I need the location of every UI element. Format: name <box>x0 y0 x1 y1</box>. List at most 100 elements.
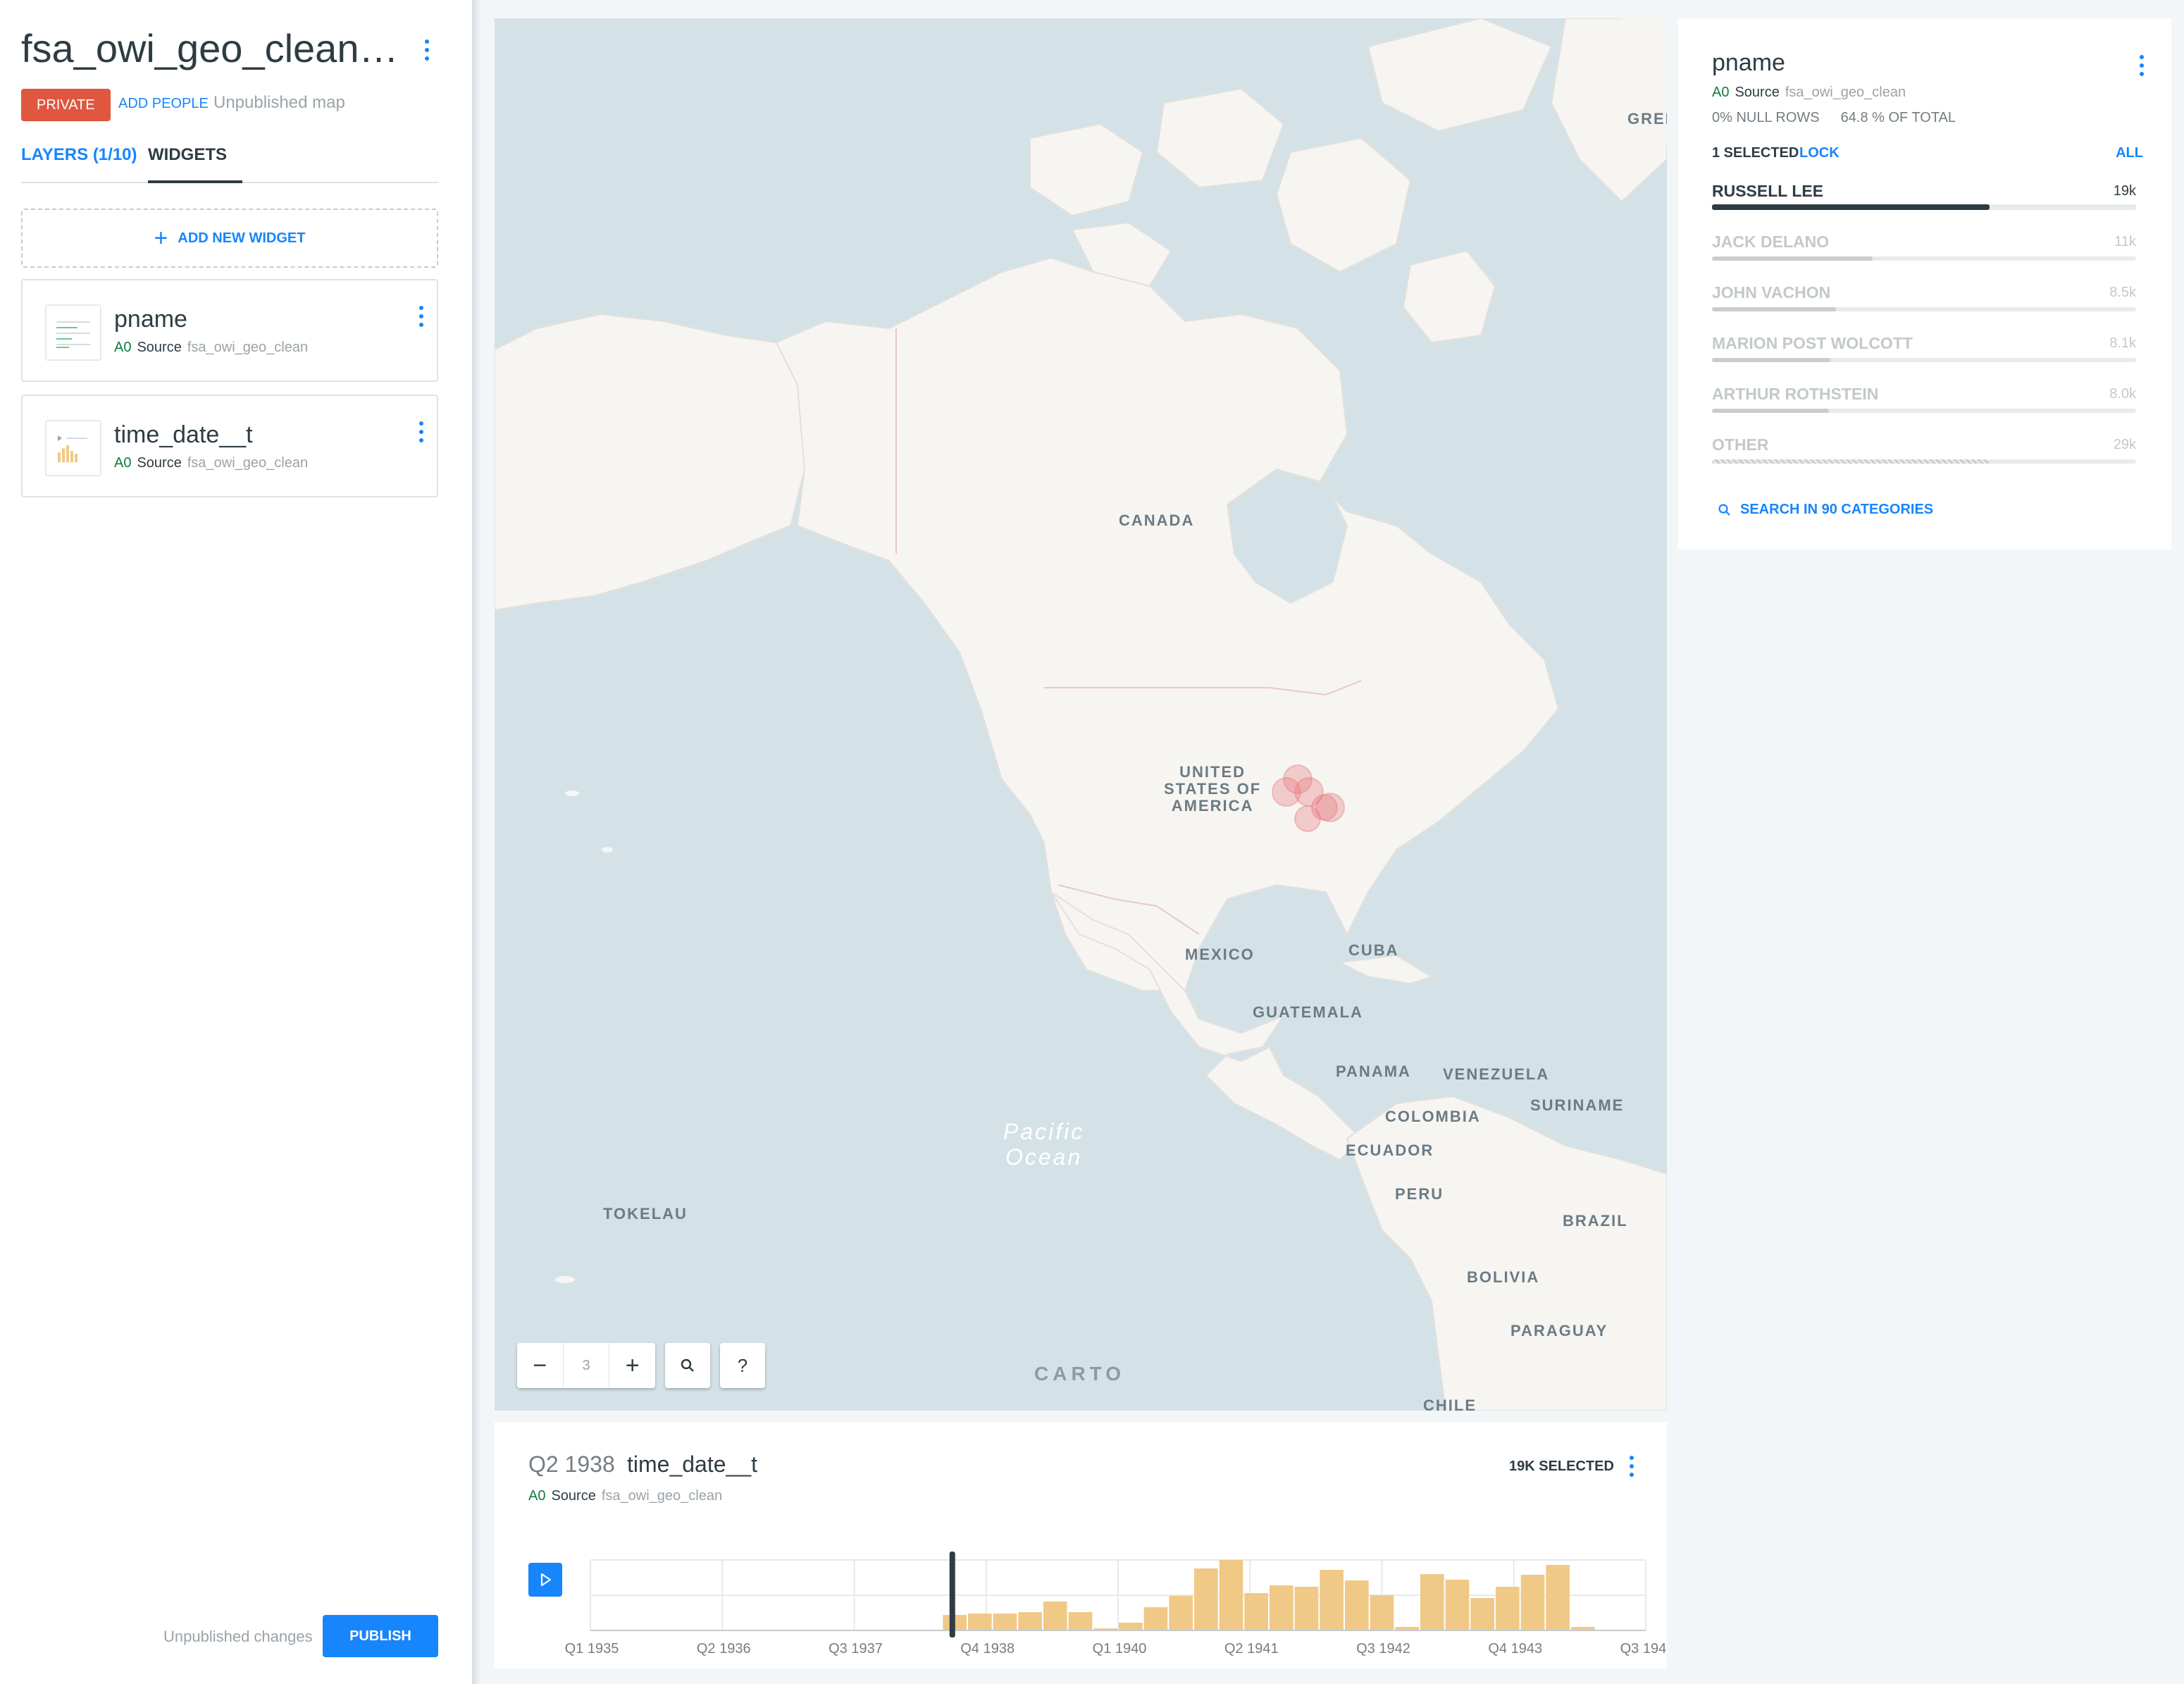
chart-bar <box>1244 1593 1268 1630</box>
category-name: ARTHUR ROTHSTEIN <box>1712 385 1879 403</box>
chart-bar <box>1420 1574 1444 1630</box>
widget-options-icon[interactable] <box>2135 55 2149 76</box>
category-widget-thumbnail-icon <box>45 304 101 361</box>
category-bar-fill <box>1712 256 1873 261</box>
add-people-link[interactable]: ADD PEOPLE <box>118 96 209 112</box>
select-all-button[interactable]: ALL <box>2115 145 2143 161</box>
category-bar-track <box>1712 459 2136 464</box>
chart-bar <box>1270 1585 1293 1630</box>
zoom-in-button[interactable]: + <box>609 1343 655 1388</box>
left-panel: fsa_owi_geo_clean m... PRIVATE ADD PEOPL… <box>0 0 472 1684</box>
map-help-button[interactable]: ? <box>720 1343 765 1388</box>
x-tick-label: Q2 1941 <box>1224 1641 1279 1657</box>
widget-options-icon[interactable] <box>414 421 428 442</box>
x-tick-label: Q3 1945 <box>1620 1641 1667 1657</box>
category-value: 8.5k <box>2109 285 2136 300</box>
chart-bar <box>1043 1602 1067 1630</box>
add-new-widget-button[interactable]: + ADD NEW WIDGET <box>21 209 438 268</box>
x-tick-label: Q3 1942 <box>1356 1641 1410 1657</box>
map-label-mexico: MEXICO <box>1185 946 1255 963</box>
category-row[interactable]: JOHN VACHON 8.5k <box>1712 283 2136 326</box>
widget-card-pname[interactable]: pname A0 Source fsa_owi_geo_clean <box>21 279 438 382</box>
layer-id: A0 <box>1712 85 1730 100</box>
timeseries-widget-thumbnail-icon <box>45 420 101 476</box>
category-bar-fill <box>1712 409 1830 413</box>
category-row[interactable]: ARTHUR ROTHSTEIN 8.0k <box>1712 385 2136 427</box>
map-label-paraguay: PARAGUAY <box>1510 1322 1608 1339</box>
unpublished-changes-label: Unpublished changes <box>163 1628 313 1645</box>
category-bar-fill <box>1712 358 1831 362</box>
widget-name: time_date__t <box>114 421 253 448</box>
chart-bar <box>1345 1580 1369 1630</box>
map-canvas[interactable]: CANADA UNITED STATES OF AMERICA MEXICO C… <box>495 18 1667 1411</box>
chart-bar <box>1470 1598 1494 1630</box>
lock-button[interactable]: LOCK <box>1799 145 1839 161</box>
category-name: JACK DELANO <box>1712 233 1830 251</box>
chart-bar <box>1496 1587 1520 1630</box>
category-row[interactable]: JACK DELANO 11k <box>1712 233 2136 275</box>
widget-card-time-date[interactable]: time_date__t A0 Source fsa_owi_geo_clean <box>21 395 438 497</box>
x-tick-label: Q1 1935 <box>565 1641 619 1657</box>
panel-tabs: LAYERS (1/10) WIDGETS <box>21 142 438 183</box>
timeseries-widget: Q2 1938 time_date__t A0 Source fsa_owi_geo… <box>495 1422 1667 1668</box>
map-options-menu-icon[interactable] <box>420 39 434 61</box>
chart-bar <box>1294 1587 1319 1630</box>
map-label-venezuela: VENEZUELA <box>1443 1065 1550 1083</box>
search-categories-link[interactable]: SEARCH IN 90 CATEGORIES <box>1718 502 1933 518</box>
category-widget: pname A0 Source fsa_owi_geo_clean 0% NULL … <box>1678 18 2171 550</box>
basemap <box>495 18 1667 1411</box>
chart-bar <box>1219 1560 1243 1630</box>
timeseries-chart[interactable]: Q1 1935 Q2 1936 Q3 1937 Q4 1938 Q1 1940 Q2 19… <box>495 1422 1667 1668</box>
publish-status: Unpublished map <box>213 93 345 112</box>
map-title[interactable]: fsa_owi_geo_clean m... <box>21 25 402 71</box>
map-search-button[interactable] <box>665 1343 710 1388</box>
category-row-other[interactable]: OTHER 29k <box>1712 435 2136 478</box>
publish-button[interactable]: PUBLISH <box>323 1615 438 1657</box>
category-bar-track <box>1712 256 2136 261</box>
chart-bar <box>1320 1570 1344 1630</box>
map-label-guatemala: GUATEMALA <box>1253 1003 1363 1021</box>
add-new-widget-label: ADD NEW WIDGET <box>178 230 306 246</box>
selected-count: 1 SELECTED <box>1712 145 1799 161</box>
category-bar-track <box>1712 204 2136 210</box>
x-tick-label: Q2 1936 <box>697 1641 751 1657</box>
panel-shadow <box>472 0 480 1684</box>
category-bar-track <box>1712 409 2136 413</box>
map-label-peru: PERU <box>1395 1185 1444 1203</box>
widget-source: A0 Source fsa_owi_geo_clean <box>114 340 308 356</box>
source-name: fsa_owi_geo_clean <box>1785 85 1906 100</box>
map-label-greenland: GREE <box>1627 110 1667 128</box>
range-selection-handle <box>949 1552 955 1637</box>
map-label-usa: UNITED STATES OF AMERICA <box>1164 763 1262 815</box>
chart-bar <box>1068 1612 1093 1630</box>
category-bar-fill <box>1712 307 1837 311</box>
chart-bar <box>1370 1595 1394 1630</box>
chart-bar <box>1143 1607 1168 1630</box>
category-name: RUSSELL LEE <box>1712 182 1824 200</box>
chart-bar <box>968 1614 992 1630</box>
tab-widgets[interactable]: WIDGETS <box>148 145 227 165</box>
chart-bar <box>1119 1623 1143 1630</box>
category-bar-fill <box>1712 204 1990 210</box>
search-icon <box>681 1358 694 1372</box>
widget-options-icon[interactable] <box>414 306 428 327</box>
category-value: 29k <box>2113 437 2136 452</box>
x-tick-label: Q3 1937 <box>829 1641 883 1657</box>
zoom-out-button[interactable]: − <box>517 1343 563 1388</box>
map-label-pacific-ocean: Pacific Ocean <box>1003 1119 1085 1170</box>
search-categories-label: SEARCH IN 90 CATEGORIES <box>1740 502 1934 517</box>
category-bar-fill <box>1712 459 1990 464</box>
source-label: Source <box>1735 85 1780 100</box>
source-label: Source <box>137 455 182 471</box>
zoom-level: 3 <box>562 1343 610 1388</box>
category-name: OTHER <box>1712 435 1769 454</box>
x-tick-label: Q4 1938 <box>960 1641 1015 1657</box>
category-row[interactable]: MARION POST WOLCOTT 8.1k <box>1712 334 2136 376</box>
tab-layers[interactable]: LAYERS (1/10) <box>21 145 137 165</box>
widget-source: A0 Source fsa_owi_geo_clean <box>114 455 308 471</box>
map-label-colombia: COLOMBIA <box>1385 1108 1481 1125</box>
search-icon <box>1718 503 1730 516</box>
category-row[interactable]: RUSSELL LEE 19k <box>1712 182 2136 224</box>
privacy-badge[interactable]: PRIVATE <box>21 89 111 121</box>
map-label-ecuador: ECUADOR <box>1346 1141 1434 1159</box>
